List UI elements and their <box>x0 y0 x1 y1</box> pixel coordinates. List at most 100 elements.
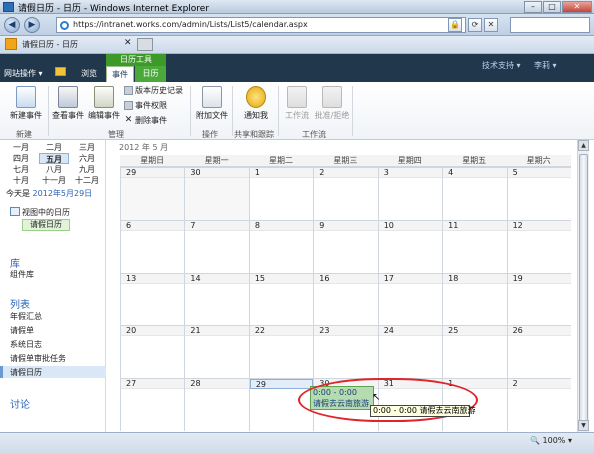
calendar-day-cell[interactable]: 20 <box>120 325 185 379</box>
calendar-day-cell[interactable]: 2 <box>506 378 571 431</box>
month-row: 一月 二月 三月 <box>6 142 102 153</box>
browser-tab-title[interactable]: 请假日历 - 日历 <box>22 39 78 50</box>
group-label-workflow: 工作流 <box>302 130 326 139</box>
calendar-day-cell[interactable]: 11 <box>442 219 507 273</box>
nav-item-asset-library[interactable]: 组件库 <box>10 269 34 280</box>
new-tab-button[interactable] <box>137 38 153 51</box>
calendar-day-cell[interactable]: 21 <box>184 325 249 379</box>
calendar-day-cell[interactable]: 29 <box>120 167 185 220</box>
site-actions-menu[interactable]: 网站操作 ▾ <box>4 68 43 79</box>
today-date-link[interactable]: 2012年5月29日 <box>33 189 93 198</box>
month-cell[interactable]: 十月 <box>6 175 36 186</box>
lock-icon[interactable]: 🔒 <box>448 18 462 32</box>
search-input[interactable] <box>510 17 590 33</box>
calendar-day-cell[interactable]: 3 <box>377 167 443 220</box>
view-event-button[interactable]: 查看事件 <box>50 86 86 121</box>
month-cell-selected[interactable]: 五月 <box>39 153 69 164</box>
calendar-day-cell[interactable]: 14 <box>184 272 249 326</box>
event-permissions-button[interactable]: 事件权限 <box>124 100 167 111</box>
ie-app-icon <box>3 2 14 12</box>
calendar-day-cell[interactable]: 7 <box>184 219 249 273</box>
calendar-day-cell[interactable]: 1 <box>248 167 314 220</box>
attach-file-button[interactable]: 附加文件 <box>194 86 230 121</box>
calendar-day-cell[interactable]: 27 <box>120 378 185 431</box>
discussions-heading[interactable]: 讨论 <box>10 396 30 411</box>
nav-item-annual-leave[interactable]: 年假汇总 <box>10 311 42 322</box>
calendar-day-cell[interactable]: 25 <box>442 325 507 379</box>
month-cell[interactable]: 六月 <box>72 153 102 164</box>
calendar-day-cell[interactable]: 2 <box>313 167 378 220</box>
maximize-button[interactable]: □ <box>543 1 561 13</box>
calendar-day-cell[interactable]: 4 <box>442 167 507 220</box>
tab-event[interactable]: 事件 <box>106 66 134 82</box>
lists-heading[interactable]: 列表 <box>10 296 30 311</box>
approve-reject-button[interactable]: 批准/拒绝 <box>314 86 350 121</box>
calendar-in-view-item[interactable]: 请假日历 <box>22 219 70 231</box>
month-cell[interactable]: 二月 <box>39 142 69 153</box>
calendar-day-cell[interactable]: 19 <box>506 272 571 326</box>
forward-button[interactable]: ▶ <box>24 17 40 33</box>
month-cell[interactable]: 九月 <box>72 164 102 175</box>
url-input[interactable]: https://intranet.works.com/admin/Lists/L… <box>56 17 466 33</box>
alert-me-button[interactable]: 通知我 <box>238 86 274 121</box>
nav-item-approval-tasks[interactable]: 请假单审批任务 <box>10 353 66 364</box>
calendar-day-cell[interactable]: 17 <box>377 272 443 326</box>
tab-calendar[interactable]: 日历 <box>135 66 166 82</box>
day-number: 5 <box>507 168 571 178</box>
libraries-heading[interactable]: 库 <box>10 255 20 270</box>
new-event-button[interactable]: 新建事件 <box>6 86 46 121</box>
calendar-day-cell[interactable]: 6 <box>120 219 185 273</box>
calendar-day-cell[interactable]: 10 <box>377 219 443 273</box>
user-menu-support[interactable]: 技术支持 ▾ <box>482 60 521 71</box>
stop-icon[interactable]: ✕ <box>484 18 498 32</box>
calendar-day-cell[interactable]: 18 <box>442 272 507 326</box>
calendar-day-cell[interactable]: 16 <box>313 272 378 326</box>
calendar-day-cell[interactable]: 12 <box>506 219 571 273</box>
calendar-day-cell[interactable]: 13 <box>120 272 185 326</box>
url-text: https://intranet.works.com/admin/Lists/L… <box>73 20 308 29</box>
nav-item-leave-calendar[interactable]: 请假日历 <box>10 367 42 378</box>
delete-event-button[interactable]: ✕ 删除事件 <box>124 115 167 126</box>
scroll-down-arrow[interactable]: ▼ <box>578 420 589 431</box>
calendar-day-cell[interactable]: 15 <box>248 272 314 326</box>
day-number: 28 <box>185 379 249 390</box>
navigate-up-icon[interactable] <box>55 67 66 76</box>
calendar-day-cell[interactable]: 23 <box>313 325 378 379</box>
favorites-star-icon[interactable] <box>5 38 17 50</box>
calendar-day-cell[interactable]: 24 <box>377 325 443 379</box>
month-cell[interactable]: 一月 <box>6 142 36 153</box>
month-cell[interactable]: 三月 <box>72 142 102 153</box>
calendar-day-cell[interactable]: 26 <box>506 325 571 379</box>
refresh-icon[interactable]: ⟳ <box>468 18 482 32</box>
close-tab-icon[interactable]: ✕ <box>124 38 132 48</box>
scroll-up-arrow[interactable]: ▲ <box>578 140 589 151</box>
version-history-button[interactable]: 版本历史记录 <box>124 85 183 96</box>
close-window-button[interactable]: ✕ <box>562 1 592 13</box>
back-button[interactable]: ◀ <box>4 17 20 33</box>
calendar-day-cell[interactable]: 30 <box>184 167 249 220</box>
month-cell[interactable]: 七月 <box>6 164 36 175</box>
scroll-thumb[interactable] <box>579 154 588 424</box>
edit-event-button[interactable]: 编辑事件 <box>86 86 122 121</box>
calendar-day-cell[interactable]: 9 <box>313 219 378 273</box>
tab-browse[interactable]: 浏览 <box>74 66 104 82</box>
calendar-day-cell[interactable]: 22 <box>248 325 314 379</box>
day-number: 10 <box>378 220 443 231</box>
calendar-day-cell[interactable]: 8 <box>248 219 314 273</box>
calendar-day-cell[interactable]: 28 <box>184 378 249 431</box>
nav-item-leave-request[interactable]: 请假单 <box>10 325 34 336</box>
nav-item-system-log[interactable]: 系统日志 <box>10 339 42 350</box>
month-cell[interactable]: 四月 <box>6 153 36 164</box>
month-cell[interactable]: 十一月 <box>39 175 69 186</box>
day-number: 11 <box>443 220 507 231</box>
vertical-scrollbar[interactable]: ▲ ▼ <box>577 140 589 432</box>
month-cell[interactable]: 八月 <box>39 164 69 175</box>
tab-bar: 请假日历 - 日历 ✕ <box>0 36 594 54</box>
workflows-button[interactable]: 工作流 <box>282 86 312 121</box>
user-menu-name[interactable]: 李莉 ▾ <box>534 60 557 71</box>
ribbon-separator <box>190 86 191 136</box>
calendar-day-cell[interactable]: 5 <box>506 167 571 220</box>
zoom-control[interactable]: 🔍 100% ▾ <box>530 436 572 445</box>
minimize-button[interactable]: – <box>524 1 542 13</box>
month-cell[interactable]: 十二月 <box>72 175 102 186</box>
